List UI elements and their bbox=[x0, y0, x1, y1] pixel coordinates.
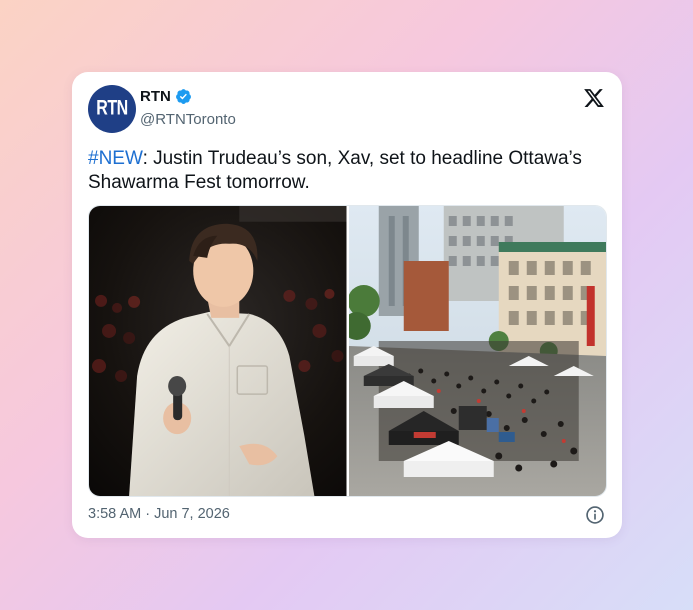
tweet-card[interactable]: RTN RTN @RTNToronto #NEW: Justin Trudeau… bbox=[72, 72, 622, 538]
handle[interactable]: @RTNToronto bbox=[140, 111, 236, 128]
info-icon[interactable] bbox=[585, 505, 605, 525]
festival-image bbox=[348, 206, 606, 496]
timestamp[interactable]: 3:58 AM · Jun 7, 2026 bbox=[88, 506, 230, 522]
photo-festival[interactable] bbox=[348, 206, 606, 496]
tweet-body: : Justin Trudeau’s son, Xav, set to head… bbox=[88, 148, 582, 193]
avatar-logo-text: RTN bbox=[96, 96, 128, 120]
hashtag-link[interactable]: #NEW bbox=[88, 148, 143, 169]
media-grid bbox=[88, 205, 607, 497]
tweet-text: #NEW: Justin Trudeau’s son, Xav, set to … bbox=[88, 147, 608, 195]
display-name[interactable]: RTN bbox=[140, 88, 171, 105]
x-logo-icon[interactable] bbox=[583, 87, 605, 109]
performer-image bbox=[89, 206, 347, 496]
avatar[interactable]: RTN bbox=[88, 85, 136, 133]
photo-performer[interactable] bbox=[89, 206, 347, 496]
author-name-row: RTN bbox=[140, 88, 192, 105]
verified-badge-icon bbox=[175, 89, 191, 104]
